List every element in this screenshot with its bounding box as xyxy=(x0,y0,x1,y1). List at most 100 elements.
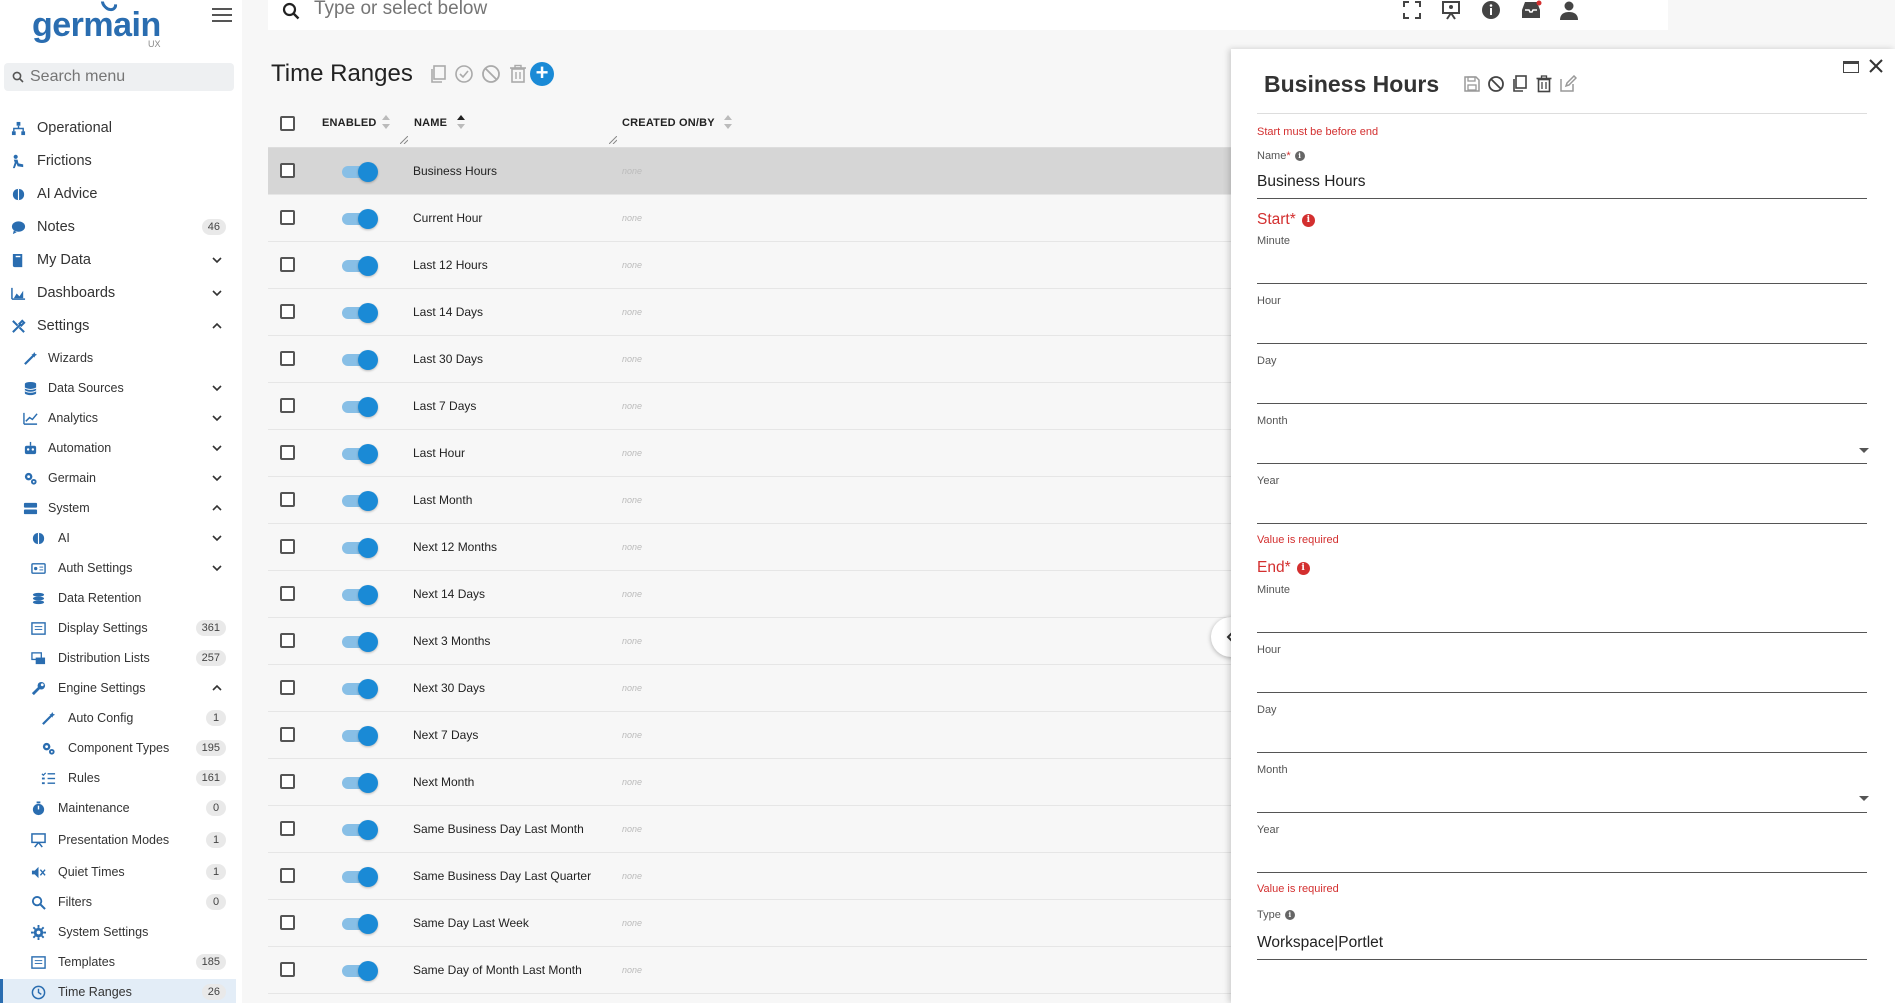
chevron-down-icon[interactable] xyxy=(212,533,222,543)
enabled-toggle[interactable] xyxy=(340,679,378,699)
name-field-value[interactable]: Business Hours xyxy=(1257,173,1366,191)
trash-icon[interactable] xyxy=(508,64,528,84)
enabled-toggle[interactable] xyxy=(340,585,378,605)
sidebar-item-engine-settings[interactable]: Engine Settings xyxy=(0,675,236,701)
end-minute-field[interactable] xyxy=(1257,632,1867,633)
column-header-created[interactable]: CREATED ON/BY xyxy=(622,117,715,129)
menu-search-input[interactable] xyxy=(30,68,230,86)
start-minute-field[interactable] xyxy=(1257,283,1867,284)
row-checkbox[interactable] xyxy=(280,304,295,319)
sidebar-item-rules[interactable]: Rules 161 xyxy=(0,765,236,791)
row-checkbox[interactable] xyxy=(280,351,295,366)
enabled-toggle[interactable] xyxy=(340,867,378,887)
table-row[interactable]: Current Hour none xyxy=(268,195,1233,242)
sidebar-item-data-sources[interactable]: Data Sources xyxy=(0,375,236,401)
row-checkbox[interactable] xyxy=(280,539,295,554)
start-hour-field[interactable] xyxy=(1257,343,1867,344)
sidebar-item-automation[interactable]: Automation xyxy=(0,435,236,461)
sort-ascending-icon[interactable] xyxy=(456,114,466,130)
sidebar-item-presentation-modes[interactable]: Presentation Modes 1 xyxy=(0,827,236,853)
enabled-toggle[interactable] xyxy=(340,256,378,276)
user-icon[interactable] xyxy=(1558,0,1580,20)
sidebar-item-operational[interactable]: Operational xyxy=(0,115,236,141)
end-year-field[interactable] xyxy=(1257,872,1867,873)
info-icon[interactable]: i xyxy=(1284,910,1295,920)
sidebar-item-wizards[interactable]: Wizards xyxy=(0,345,236,371)
table-row[interactable]: Business Hours none xyxy=(268,148,1233,195)
chevron-down-icon[interactable] xyxy=(212,473,222,483)
sidebar-item-analytics[interactable]: Analytics xyxy=(0,405,236,431)
table-row[interactable]: Last 12 Hours none xyxy=(268,242,1233,289)
row-checkbox[interactable] xyxy=(280,586,295,601)
maximize-icon[interactable] xyxy=(1843,61,1859,73)
edit-icon[interactable] xyxy=(1559,75,1577,93)
start-day-field[interactable] xyxy=(1257,403,1867,404)
chevron-down-icon[interactable] xyxy=(212,563,222,573)
disable-icon[interactable] xyxy=(1487,75,1505,93)
table-row[interactable]: Next 7 Days none xyxy=(268,712,1233,759)
sidebar-item-auto-config[interactable]: Auto Config 1 xyxy=(0,705,236,731)
sidebar-item-data-retention[interactable]: Data Retention xyxy=(0,585,236,611)
inbox-icon[interactable] xyxy=(1520,0,1542,20)
enabled-toggle[interactable] xyxy=(340,632,378,652)
table-row[interactable]: Same Day Last Week none xyxy=(268,900,1233,947)
info-icon[interactable] xyxy=(1480,0,1502,20)
table-row[interactable]: Next Month none xyxy=(268,759,1233,806)
enabled-toggle[interactable] xyxy=(340,350,378,370)
end-hour-field[interactable] xyxy=(1257,692,1867,693)
table-row[interactable]: Last Month none xyxy=(268,477,1233,524)
sidebar-item-frictions[interactable]: Frictions xyxy=(0,148,236,174)
hamburger-menu-icon[interactable] xyxy=(212,8,232,24)
table-row[interactable]: Last 14 Days none xyxy=(268,289,1233,336)
column-header-name[interactable]: NAME xyxy=(414,117,447,129)
table-row[interactable]: Same Business Day Last Quarter none xyxy=(268,853,1233,900)
enabled-toggle[interactable] xyxy=(340,726,378,746)
chevron-down-icon[interactable] xyxy=(212,383,222,393)
row-checkbox[interactable] xyxy=(280,492,295,507)
start-month-field[interactable] xyxy=(1257,463,1867,464)
row-checkbox[interactable] xyxy=(280,257,295,272)
chevron-up-icon[interactable] xyxy=(212,683,222,693)
sidebar-item-ai[interactable]: AI xyxy=(0,525,236,551)
germain-logo[interactable]: germain UX xyxy=(32,0,172,52)
enabled-toggle[interactable] xyxy=(340,303,378,323)
chevron-down-icon[interactable] xyxy=(212,413,222,423)
copy-icon[interactable] xyxy=(1511,75,1529,93)
global-search-input[interactable] xyxy=(314,0,714,20)
close-icon[interactable] xyxy=(1867,57,1885,75)
sidebar-item-maintenance[interactable]: Maintenance 0 xyxy=(0,795,236,821)
enabled-toggle[interactable] xyxy=(340,820,378,840)
sidebar-item-templates[interactable]: Templates 185 xyxy=(0,949,236,975)
sidebar-item-my-data[interactable]: My Data xyxy=(0,247,236,273)
sidebar-item-display-settings[interactable]: Display Settings 361 xyxy=(0,615,236,641)
end-month-dropdown-icon[interactable] xyxy=(1859,796,1869,801)
sidebar-item-system-settings[interactable]: System Settings xyxy=(0,919,236,945)
row-checkbox[interactable] xyxy=(280,398,295,413)
type-field-value[interactable]: Workspace|Portlet xyxy=(1257,934,1383,952)
save-icon[interactable] xyxy=(1463,75,1481,93)
presentation-icon[interactable] xyxy=(1440,0,1462,20)
enabled-toggle[interactable] xyxy=(340,209,378,229)
select-all-checkbox[interactable] xyxy=(280,116,295,131)
chevron-down-icon[interactable] xyxy=(212,255,222,265)
sidebar-item-component-types[interactable]: Component Types 195 xyxy=(0,735,236,761)
sort-icon[interactable] xyxy=(381,114,391,130)
disable-icon[interactable] xyxy=(481,64,501,84)
sidebar-item-settings[interactable]: Settings xyxy=(0,313,236,339)
row-checkbox[interactable] xyxy=(280,915,295,930)
end-month-field[interactable] xyxy=(1257,812,1867,813)
enabled-toggle[interactable] xyxy=(340,961,378,981)
enabled-toggle[interactable] xyxy=(340,538,378,558)
enabled-toggle[interactable] xyxy=(340,444,378,464)
table-row[interactable]: Next 3 Months none xyxy=(268,618,1233,665)
resize-handle-icon[interactable] xyxy=(609,136,617,144)
row-checkbox[interactable] xyxy=(280,774,295,789)
enabled-toggle[interactable] xyxy=(340,397,378,417)
row-checkbox[interactable] xyxy=(280,633,295,648)
sidebar-item-ai-advice[interactable]: AI Advice xyxy=(0,181,236,207)
row-checkbox[interactable] xyxy=(280,821,295,836)
row-checkbox[interactable] xyxy=(280,210,295,225)
add-button[interactable]: + xyxy=(530,62,554,86)
trash-icon[interactable] xyxy=(1535,75,1553,93)
error-info-icon[interactable]: i xyxy=(1301,213,1315,227)
